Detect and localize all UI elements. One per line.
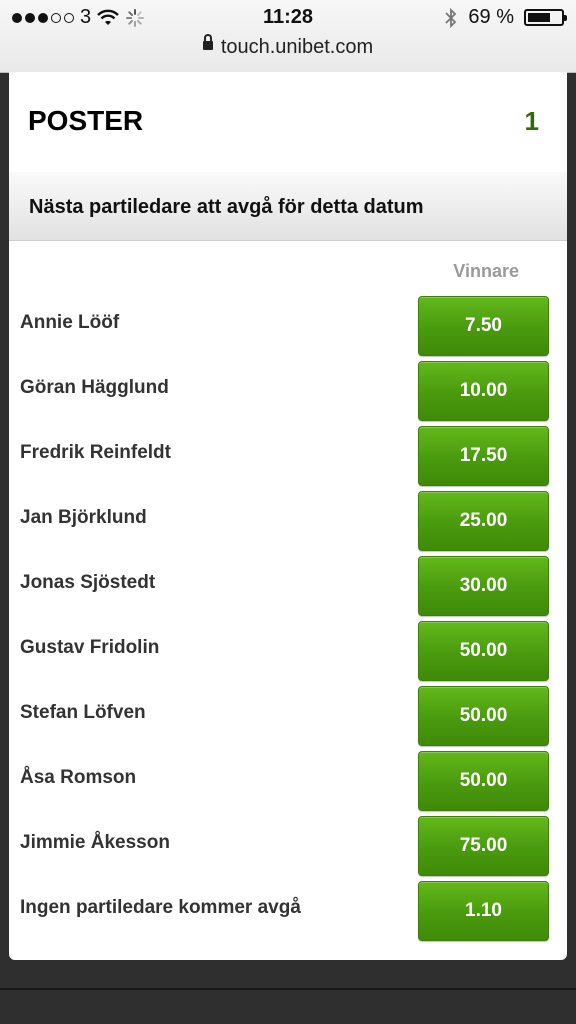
footer-divider xyxy=(0,988,576,990)
odds-button[interactable]: 10.00 xyxy=(418,361,549,421)
battery-icon xyxy=(524,9,567,26)
list-item: Fredrik Reinfeldt 17.50 xyxy=(9,424,567,489)
selection-name: Gustav Fridolin xyxy=(20,637,160,658)
list-item: Jimmie Åkesson 75.00 xyxy=(9,814,567,879)
odds-button[interactable]: 7.50 xyxy=(418,296,549,356)
coupon-header[interactable]: POSTER 1 xyxy=(9,72,567,173)
ios-status-bar: 3 11:28 69 % touch.unibet.com xyxy=(0,0,576,73)
odds-button[interactable]: 50.00 xyxy=(418,751,549,811)
selection-name: Jonas Sjöstedt xyxy=(20,572,156,593)
betslip-card: POSTER 1 Nästa partiledare att avgå för … xyxy=(9,72,567,960)
odds-button[interactable]: 75.00 xyxy=(418,816,549,876)
selection-name: Åsa Romson xyxy=(20,767,137,788)
odds-button[interactable]: 30.00 xyxy=(418,556,549,616)
odds-button[interactable]: 17.50 xyxy=(418,426,549,486)
selection-name: Ingen partiledare kommer avgå xyxy=(20,897,301,918)
market-header: Nästa partiledare att avgå för detta dat… xyxy=(9,172,567,241)
status-right: 69 % xyxy=(444,6,567,29)
address-bar[interactable]: touch.unibet.com xyxy=(0,34,576,59)
odds-button[interactable]: 50.00 xyxy=(418,621,549,681)
selection-name: Jan Björklund xyxy=(20,507,147,528)
lock-icon xyxy=(202,34,213,51)
page-title: POSTER xyxy=(28,105,144,136)
list-item: Stefan Löfven 50.00 xyxy=(9,684,567,749)
selection-count: 1 xyxy=(524,106,539,136)
market-title: Nästa partiledare att avgå för detta dat… xyxy=(29,196,424,218)
list-item: Jan Björklund 25.00 xyxy=(9,489,567,554)
selection-name: Annie Lööf xyxy=(20,312,120,333)
odds-button[interactable]: 1.10 xyxy=(418,881,549,941)
selection-name: Göran Hägglund xyxy=(20,377,169,398)
list-item: Ingen partiledare kommer avgå 1.10 xyxy=(9,879,567,944)
bluetooth-icon xyxy=(445,7,457,28)
odds-button[interactable]: 25.00 xyxy=(418,491,549,551)
list-item: Annie Lööf 7.50 xyxy=(9,294,567,359)
selection-name: Jimmie Åkesson xyxy=(20,832,170,853)
battery-percent: 69 % xyxy=(468,6,514,28)
list-item: Gustav Fridolin 50.00 xyxy=(9,619,567,684)
list-item: Åsa Romson 50.00 xyxy=(9,749,567,814)
odds-button[interactable]: 50.00 xyxy=(418,686,549,746)
url-text: touch.unibet.com xyxy=(220,36,374,58)
selection-name: Fredrik Reinfeldt xyxy=(20,442,171,463)
selection-name: Stefan Löfven xyxy=(20,702,146,723)
column-header-winner: Vinnare xyxy=(453,261,519,281)
list-item: Göran Hägglund 10.00 xyxy=(9,359,567,424)
list-item: Jonas Sjöstedt 30.00 xyxy=(9,554,567,619)
